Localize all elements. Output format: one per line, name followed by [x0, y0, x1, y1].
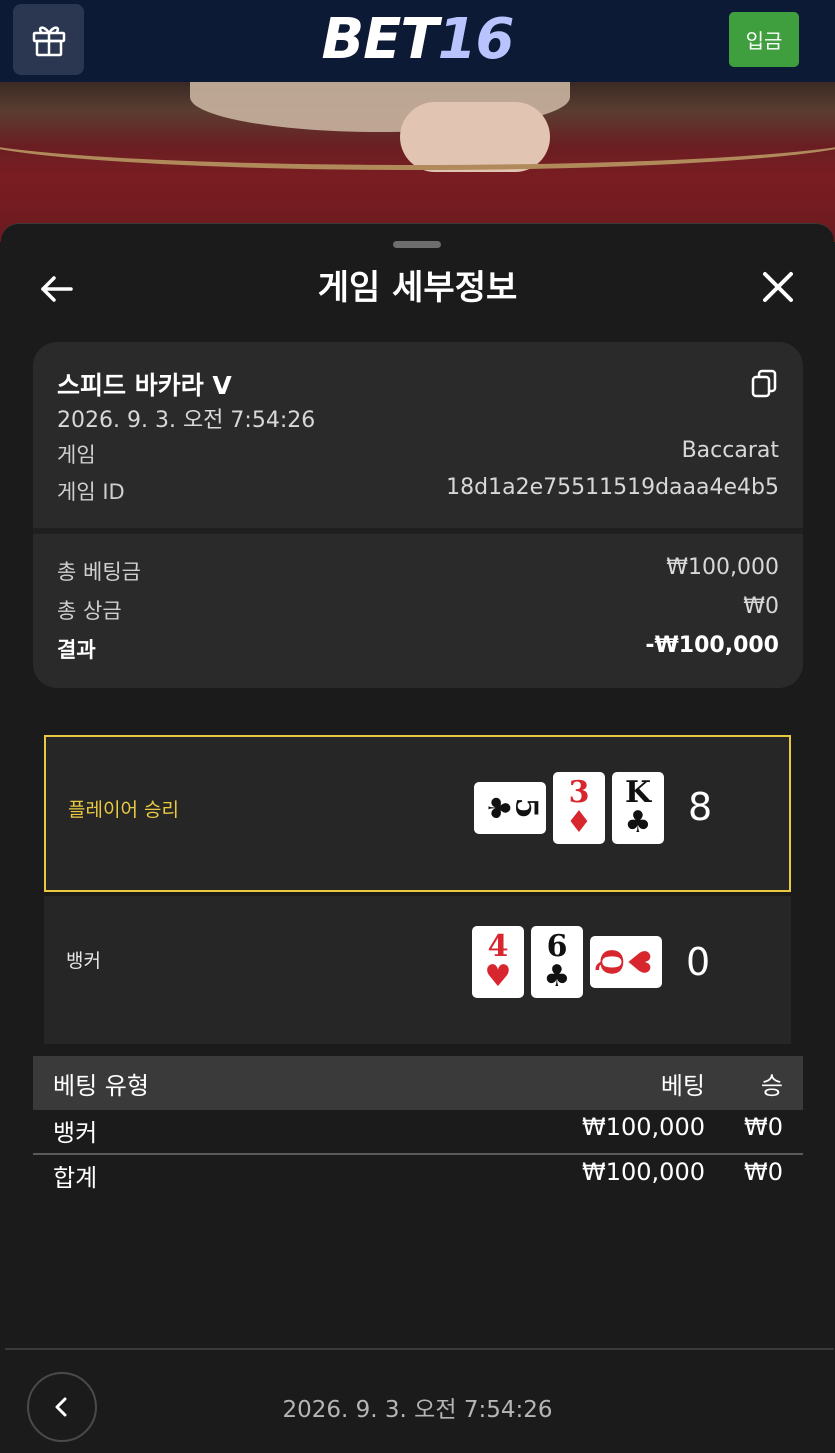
- close-icon: [763, 272, 793, 302]
- result-label: 결과: [57, 638, 96, 662]
- total-bet-label: 총 베팅금: [57, 560, 141, 584]
- bet-table-header: 베팅 유형 베팅 승: [33, 1056, 803, 1110]
- copy-button[interactable]: [749, 368, 779, 400]
- logo-text-number: 16: [437, 7, 515, 72]
- player-score: 8: [688, 785, 713, 829]
- game-type-value: Baccarat: [681, 438, 779, 463]
- playing-card: K ♣: [612, 772, 664, 844]
- brand-logo[interactable]: BET16: [0, 6, 835, 74]
- bet-table: 베팅 유형 베팅 승 뱅커 ₩100,000 ₩0 합계 ₩100,000 ₩0: [33, 1056, 803, 1196]
- total-win-label: 총 상금: [57, 599, 122, 623]
- table-rim: [0, 100, 835, 170]
- game-summary-card: 스피드 바카라 V 2026. 9. 3. 오전 7:54:26 게임 Bacc…: [33, 342, 803, 688]
- player-hand-panel: 플레이어 승리 ♣ 5 3 ♦ K ♣ 8: [44, 735, 791, 892]
- header-bet-type: 베팅 유형: [53, 1072, 149, 1100]
- card-suit: ♣: [543, 959, 571, 994]
- summary-divider: [33, 528, 803, 534]
- card-rank: K: [624, 775, 652, 810]
- total-win-value: ₩0: [743, 594, 779, 619]
- card-suit: ♥: [484, 959, 512, 994]
- playing-card: 6 ♣: [531, 926, 583, 998]
- header-win-amount: 승: [760, 1072, 783, 1100]
- footer-divider: [5, 1348, 834, 1350]
- game-type-label: 게임: [57, 443, 96, 467]
- bet-type-cell: 뱅커: [53, 1119, 98, 1147]
- card-rank: 6: [546, 929, 568, 964]
- logo-text-main: BET: [321, 7, 438, 72]
- game-id-value: 18d1a2e75511519daaa4e4b5: [446, 475, 779, 500]
- banker-hand-label: 뱅커: [66, 950, 101, 972]
- header-bet-amount: 베팅: [660, 1072, 705, 1100]
- deposit-button[interactable]: 입금: [729, 12, 799, 67]
- card-suit: ♣: [624, 805, 652, 840]
- copy-icon: [751, 369, 777, 398]
- table-total-row: 합계 ₩100,000 ₩0: [33, 1153, 803, 1196]
- total-type-cell: 합계: [53, 1164, 98, 1192]
- player-cards: ♣ 5 3 ♦ K ♣: [474, 772, 671, 844]
- sheet-title: 게임 세부정보: [317, 268, 518, 308]
- result-value: -₩100,000: [645, 633, 779, 658]
- playing-card: ♣ 5: [474, 782, 546, 834]
- playing-card: 4 ♥: [472, 926, 524, 998]
- banker-cards: 4 ♥ 6 ♣ Q ♥: [472, 926, 669, 998]
- win-amount-cell: ₩0: [744, 1113, 783, 1141]
- card-suit: ♥: [620, 948, 656, 976]
- total-win-cell: ₩0: [744, 1158, 783, 1186]
- card-suit: ♦: [565, 805, 593, 840]
- banker-score: 0: [686, 940, 711, 984]
- top-bar: BET16 입금: [0, 0, 835, 82]
- table-row: 뱅커 ₩100,000 ₩0: [33, 1110, 803, 1153]
- card-rank: 3: [568, 775, 590, 810]
- banker-hand-panel: 뱅커 4 ♥ 6 ♣ Q ♥ 0: [44, 896, 791, 1044]
- live-dealer-background: [0, 82, 835, 242]
- total-bet-value: ₩100,000: [666, 555, 779, 580]
- game-id-label: 게임 ID: [57, 480, 125, 504]
- footer-timestamp: 2026. 9. 3. 오전 7:54:26: [282, 1397, 553, 1423]
- close-button[interactable]: [757, 266, 799, 308]
- playing-card: 3 ♦: [553, 772, 605, 844]
- game-name: 스피드 바카라 V: [57, 371, 232, 400]
- total-bet-cell: ₩100,000: [582, 1158, 705, 1186]
- sheet-drag-handle[interactable]: [393, 241, 441, 248]
- card-rank: 4: [487, 929, 509, 964]
- player-hand-label: 플레이어 승리: [68, 799, 179, 821]
- card-rank: 5: [508, 797, 544, 819]
- game-details-sheet: 게임 세부정보 스피드 바카라 V 2026. 9. 3. 오전 7:54:26…: [1, 223, 834, 1453]
- bet-amount-cell: ₩100,000: [582, 1113, 705, 1141]
- playing-card: Q ♥: [590, 936, 662, 988]
- game-timestamp: 2026. 9. 3. 오전 7:54:26: [57, 408, 316, 433]
